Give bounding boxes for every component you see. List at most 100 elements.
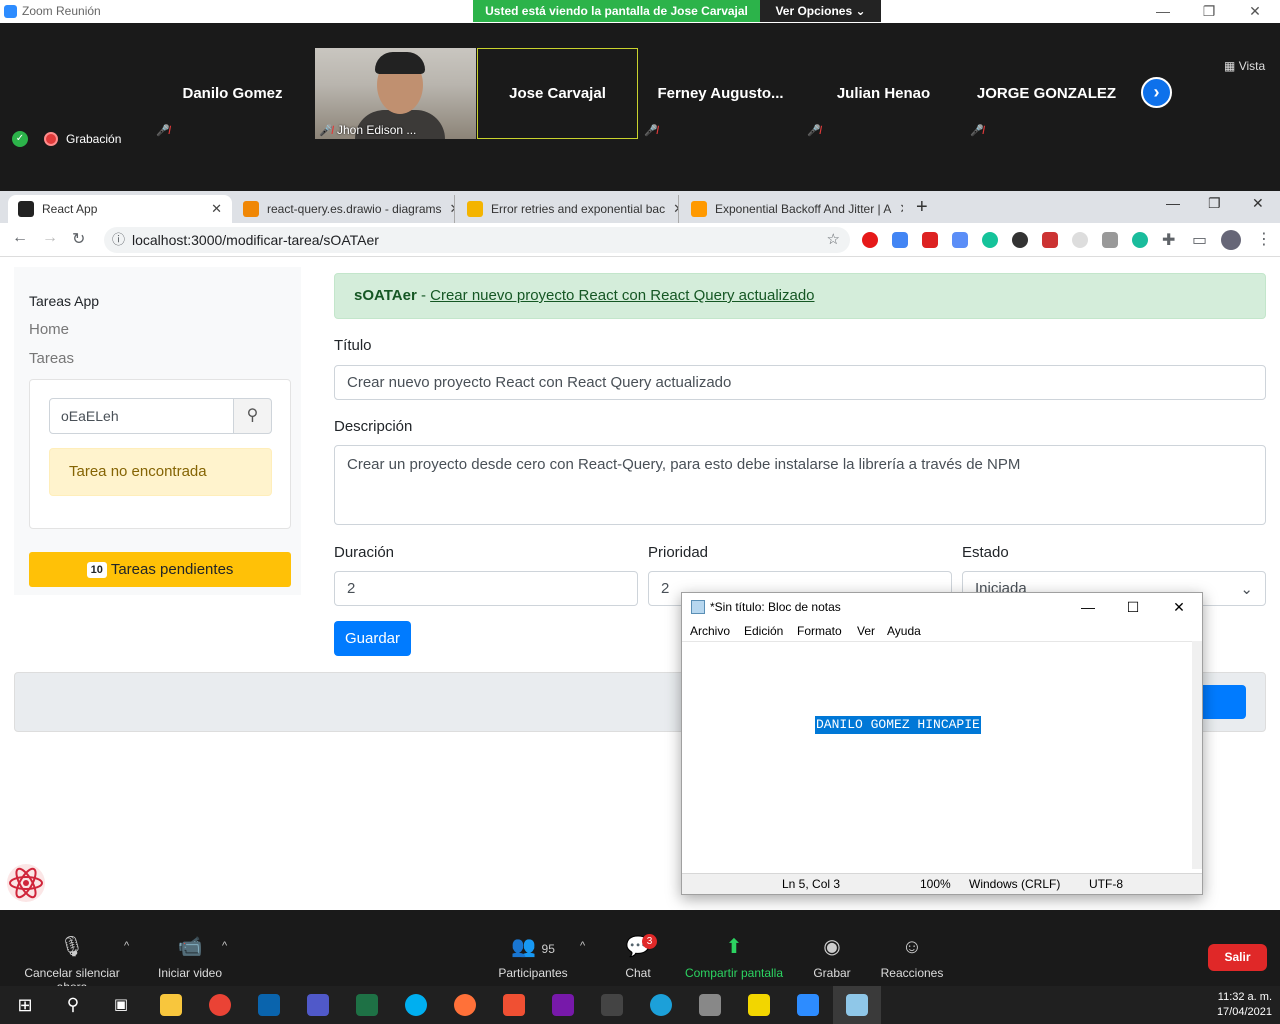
view-options-button[interactable]: Ver Opciones ⌄ [760,0,881,22]
selected-text[interactable]: DANILO GOMEZ HINCAPIE [815,716,981,734]
grammarly-icon[interactable] [982,232,998,248]
puzzle-icon[interactable]: ✚ [1162,230,1175,250]
menu-formato[interactable]: Formato [797,624,842,638]
notepad-taskbar-active[interactable] [833,986,881,1024]
firefox-icon[interactable] [454,994,476,1016]
save-button[interactable]: Guardar [334,621,411,656]
video-options-caret-icon[interactable]: ^ [222,940,227,952]
participant-tile[interactable]: Danilo Gomez 🎤̸ [152,48,313,139]
extension-icon[interactable] [892,232,908,248]
zoom-taskbar-icon[interactable] [797,994,819,1016]
tab-close-icon[interactable]: ✕ [673,201,678,217]
audio-options-caret-icon[interactable]: ^ [124,940,129,952]
close-icon[interactable]: ✕ [1232,2,1278,20]
edge-icon[interactable] [650,994,672,1016]
vertical-scrollbar[interactable] [1192,641,1202,869]
reload-icon[interactable]: ↻ [72,229,85,249]
search-button[interactable]: ⚲ [233,398,272,434]
extension-icon[interactable] [1072,232,1088,248]
notepad-window[interactable]: *Sin título: Bloc de notas — ☐ ✕ Archivo… [681,592,1203,895]
forward-icon[interactable]: → [42,229,58,247]
minimize-icon[interactable]: — [1140,2,1186,20]
title-input[interactable]: Crear nuevo proyecto React con React Que… [334,365,1266,400]
windows-start-icon[interactable]: ⊞ [14,994,36,1016]
sticky-notes-icon[interactable] [748,994,770,1016]
tab-exponential-backoff[interactable]: Exponential Backoff And Jitter | A ✕ [681,195,903,223]
menu-edicion[interactable]: Edición [744,624,783,638]
system-clock[interactable]: 11:32 a. m. 17/04/2021 [1217,990,1272,1020]
minimize-icon[interactable]: — [1065,593,1111,621]
smiley-icon: ☺ [901,936,923,958]
participant-tile[interactable]: Julian Henao 🎤̸ [803,48,964,139]
close-icon[interactable]: ✕ [1252,195,1264,212]
reactions-button[interactable]: ☺ Reacciones [852,910,972,980]
chrome-icon[interactable] [209,994,231,1016]
tab-close-icon[interactable]: ✕ [211,201,222,217]
participant-tile[interactable]: Ferney Augusto... 🎤̸ [640,48,801,139]
onenote-icon[interactable] [552,994,574,1016]
cors-extension-icon[interactable] [922,232,938,248]
tab-close-icon[interactable]: ✕ [899,201,903,217]
translate-icon[interactable] [952,232,968,248]
maximize-icon[interactable]: ☐ [1110,593,1156,621]
app-icon[interactable] [699,994,721,1016]
excel-icon[interactable] [356,994,378,1016]
task-view-icon[interactable]: ▣ [110,994,132,1016]
file-explorer-icon[interactable] [160,994,182,1016]
info-icon[interactable]: ⓘ [112,227,125,253]
participant-video-tile[interactable]: 🎤̸ Jhon Edison ... [315,48,476,139]
react-devtools-icon[interactable] [6,863,46,903]
menu-archivo[interactable]: Archivo [690,624,730,638]
eyedropper-icon[interactable] [1102,232,1118,248]
adblock-icon[interactable] [862,232,878,248]
unmute-button[interactable]: 🎙Cancelar silenciar ahora [12,910,132,994]
snipping-tool-icon[interactable] [601,994,623,1016]
extension-icon[interactable] [1132,232,1148,248]
extension-icon[interactable] [1042,232,1058,248]
task-title-link[interactable]: Crear nuevo proyecto React con React Que… [430,287,814,304]
participant-tile[interactable]: JORGE GONZALEZ 🎤̸ [966,48,1127,139]
nav-home[interactable]: Home [29,321,69,338]
bookmark-star-icon[interactable]: ☆ [827,227,840,253]
restore-icon[interactable]: ❐ [1208,195,1221,212]
search-input[interactable] [49,398,234,434]
tab-close-icon[interactable]: ✕ [450,201,454,217]
outlook-icon[interactable] [258,994,280,1016]
minimize-icon[interactable]: — [1166,195,1180,211]
restore-icon[interactable]: ❐ [1186,2,1232,20]
menu-icon[interactable]: ⋮ [1256,229,1272,249]
chat-badge: 3 [642,934,657,949]
task-alert: sOATAer - Crear nuevo proyecto React con… [334,273,1266,319]
back-icon[interactable]: ← [12,229,28,247]
tab-drawio[interactable]: react-query.es.drawio - diagrams ✕ [233,195,455,223]
security-shield-icon[interactable]: ✓ [12,131,28,147]
leave-button[interactable]: Salir [1208,944,1267,971]
search-icon[interactable]: ⚲ [62,994,84,1016]
address-bar[interactable]: ⓘ localhost:3000/modificar-tarea/sOATAer… [104,227,850,253]
description-textarea[interactable]: Crear un proyecto desde cero con React-Q… [334,445,1266,525]
notepad-text-area[interactable]: DANILO GOMEZ HINCAPIE [682,641,1192,869]
avatar[interactable] [1221,230,1241,250]
cast-icon[interactable]: ▭ [1192,230,1207,250]
muted-mic-icon: 🎤̸ [807,125,821,137]
teams-icon[interactable] [307,994,329,1016]
menu-ayuda[interactable]: Ayuda [887,624,921,638]
pending-tasks-button[interactable]: 10 Tareas pendientes [29,552,291,587]
tab-error-retries[interactable]: Error retries and exponential bac ✕ [457,195,679,223]
participant-tile-active[interactable]: Jose Carvajal [477,48,638,139]
close-icon[interactable]: ✕ [1156,593,1202,621]
view-toggle[interactable]: ▦ Vista [1224,59,1265,73]
git-icon[interactable] [503,994,525,1016]
participants-button[interactable]: 👥 95 Participantes [473,910,593,980]
menu-ver[interactable]: Ver [857,624,875,638]
next-page-icon[interactable]: › [1141,77,1172,108]
duration-input[interactable]: 2 [334,571,638,606]
start-video-button[interactable]: 📹 Iniciar video [130,910,250,980]
skype-icon[interactable] [405,994,427,1016]
nav-tareas[interactable]: Tareas [29,350,74,367]
new-tab-icon[interactable]: + [916,196,928,219]
tab-react-app[interactable]: React App ✕ [8,195,232,223]
app-brand[interactable]: Tareas App [29,293,99,309]
drawio-favicon-icon [243,201,259,217]
extension-icon[interactable] [1012,232,1028,248]
